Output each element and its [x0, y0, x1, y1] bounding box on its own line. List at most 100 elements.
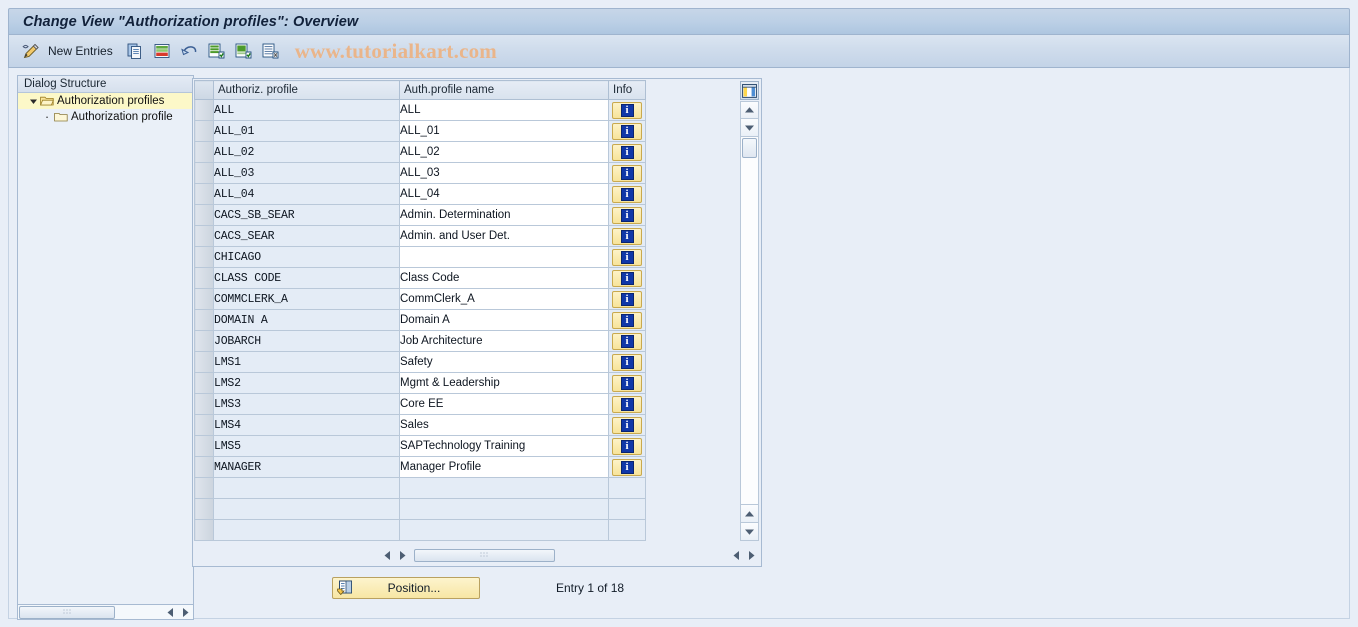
cell-authoriz-profile[interactable]: COMMCLERK_A [213, 288, 400, 310]
cell-auth-profile-name[interactable] [399, 246, 609, 268]
undo-icon[interactable] [177, 39, 201, 63]
row-select-button[interactable] [194, 372, 214, 394]
new-entries-button[interactable]: New Entries [48, 44, 113, 58]
cell-auth-profile-name[interactable]: Safety [399, 351, 609, 373]
column-header-authoriz-profile[interactable]: Authoriz. profile [213, 80, 400, 100]
sidebar-horizontal-scrollbar[interactable] [17, 604, 194, 620]
table-scroll-up-button-bottom[interactable] [740, 505, 759, 523]
info-button[interactable]: i [612, 332, 642, 350]
deselect-all-icon[interactable] [258, 39, 282, 63]
cell-authoriz-profile[interactable]: LMS1 [213, 351, 400, 373]
select-block-icon[interactable] [231, 39, 255, 63]
info-button[interactable]: i [612, 374, 642, 392]
cell-authoriz-profile[interactable]: CLASS CODE [213, 267, 400, 289]
cell-auth-profile-name[interactable]: Admin. Determination [399, 204, 609, 226]
cell-authoriz-profile[interactable]: CHICAGO [213, 246, 400, 268]
cell-authoriz-profile[interactable]: CACS_SEAR [213, 225, 400, 247]
cell-authoriz-profile[interactable] [213, 519, 400, 541]
table-vertical-scrollbar[interactable] [740, 101, 759, 543]
row-select-button[interactable] [194, 162, 214, 184]
cell-auth-profile-name[interactable]: ALL_02 [399, 141, 609, 163]
info-button[interactable]: i [612, 353, 642, 371]
info-button[interactable]: i [612, 101, 642, 119]
table-scroll-left-button[interactable] [380, 548, 395, 562]
cell-authoriz-profile[interactable]: ALL [213, 99, 400, 121]
cell-authoriz-profile[interactable]: DOMAIN A [213, 309, 400, 331]
table-scroll-down-button-bottom[interactable] [740, 523, 759, 541]
info-button[interactable]: i [612, 416, 642, 434]
table-scroll-left-button-end[interactable] [729, 548, 744, 562]
row-select-button[interactable] [194, 435, 214, 457]
cell-authoriz-profile[interactable]: ALL_02 [213, 141, 400, 163]
chevron-down-icon[interactable] [26, 97, 40, 106]
row-select-button[interactable] [194, 183, 214, 205]
row-select-button[interactable] [194, 225, 214, 247]
table-select-all-header[interactable] [194, 80, 214, 100]
select-all-icon[interactable] [204, 39, 228, 63]
row-select-button[interactable] [194, 204, 214, 226]
row-select-button[interactable] [194, 414, 214, 436]
cell-auth-profile-name[interactable]: SAPTechnology Training [399, 435, 609, 457]
cell-authoriz-profile[interactable]: LMS2 [213, 372, 400, 394]
cell-authoriz-profile[interactable] [213, 498, 400, 520]
cell-auth-profile-name[interactable]: ALL_01 [399, 120, 609, 142]
row-select-button[interactable] [194, 519, 214, 541]
cell-authoriz-profile[interactable]: JOBARCH [213, 330, 400, 352]
table-column-settings-button[interactable] [740, 81, 759, 100]
row-select-button[interactable] [194, 330, 214, 352]
cell-authoriz-profile[interactable]: CACS_SB_SEAR [213, 204, 400, 226]
column-header-auth-profile-name[interactable]: Auth.profile name [399, 80, 609, 100]
cell-auth-profile-name[interactable]: ALL_04 [399, 183, 609, 205]
cell-authoriz-profile[interactable] [213, 477, 400, 499]
table-scrollbar-thumb[interactable] [742, 138, 757, 158]
delete-row-icon[interactable] [150, 39, 174, 63]
cell-auth-profile-name[interactable]: Core EE [399, 393, 609, 415]
cell-auth-profile-name[interactable] [399, 519, 609, 541]
copy-icon[interactable] [123, 39, 147, 63]
info-button[interactable]: i [612, 206, 642, 224]
row-select-button[interactable] [194, 99, 214, 121]
cell-authoriz-profile[interactable]: LMS3 [213, 393, 400, 415]
cell-auth-profile-name[interactable]: ALL [399, 99, 609, 121]
info-button[interactable]: i [612, 437, 642, 455]
row-select-button[interactable] [194, 141, 214, 163]
display-change-icon[interactable] [19, 39, 43, 63]
column-header-info[interactable]: Info [608, 80, 646, 100]
position-button[interactable]: Position... [332, 577, 480, 599]
info-button[interactable]: i [612, 248, 642, 266]
cell-authoriz-profile[interactable]: ALL_01 [213, 120, 400, 142]
cell-authoriz-profile[interactable]: LMS5 [213, 435, 400, 457]
cell-authoriz-profile[interactable]: ALL_04 [213, 183, 400, 205]
sidebar-scroll-right-button[interactable] [178, 605, 193, 619]
cell-auth-profile-name[interactable] [399, 477, 609, 499]
info-button[interactable]: i [612, 311, 642, 329]
cell-auth-profile-name[interactable]: ALL_03 [399, 162, 609, 184]
row-select-button[interactable] [194, 120, 214, 142]
table-horizontal-scrollbar[interactable] [195, 546, 759, 564]
row-select-button[interactable] [194, 267, 214, 289]
table-scroll-up-button[interactable] [740, 101, 759, 119]
info-button[interactable]: i [612, 143, 642, 161]
cell-auth-profile-name[interactable]: Class Code [399, 267, 609, 289]
info-button[interactable]: i [612, 227, 642, 245]
table-scroll-right-button-end[interactable] [744, 548, 759, 562]
info-button[interactable]: i [612, 395, 642, 413]
info-button[interactable]: i [612, 269, 642, 287]
row-select-button[interactable] [194, 498, 214, 520]
row-select-button[interactable] [194, 393, 214, 415]
cell-auth-profile-name[interactable] [399, 498, 609, 520]
cell-auth-profile-name[interactable]: Sales [399, 414, 609, 436]
cell-auth-profile-name[interactable]: Domain A [399, 309, 609, 331]
info-button[interactable]: i [612, 290, 642, 308]
info-button[interactable]: i [612, 164, 642, 182]
info-button[interactable]: i [612, 185, 642, 203]
row-select-button[interactable] [194, 477, 214, 499]
table-scroll-right-button[interactable] [395, 548, 410, 562]
row-select-button[interactable] [194, 288, 214, 310]
table-scroll-down-button[interactable] [740, 119, 759, 137]
sidebar-scrollbar-thumb[interactable] [19, 605, 115, 619]
info-button[interactable]: i [612, 122, 642, 140]
row-select-button[interactable] [194, 351, 214, 373]
sidebar-scroll-left-button[interactable] [163, 605, 178, 619]
cell-auth-profile-name[interactable]: Mgmt & Leadership [399, 372, 609, 394]
